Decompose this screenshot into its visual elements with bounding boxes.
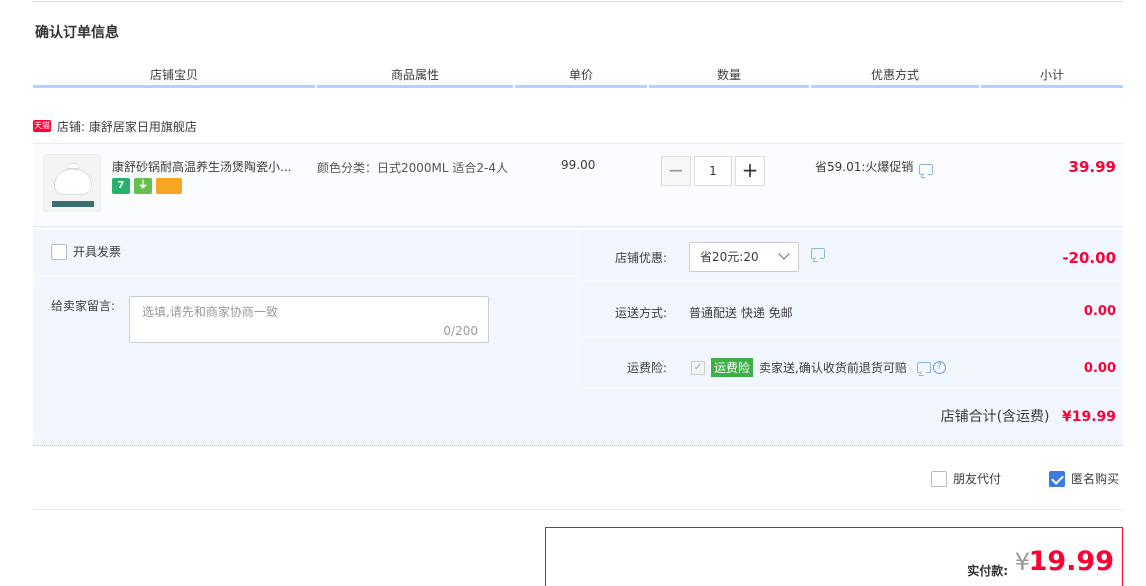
- shop-discount-value: -20.00: [1062, 249, 1116, 267]
- invoice-option[interactable]: 开具发票: [51, 243, 121, 260]
- shipping-label: 运送方式:: [614, 306, 667, 320]
- chat-bubble-icon[interactable]: [811, 248, 825, 259]
- product-thumbnail[interactable]: [43, 154, 101, 212]
- payment-summary: 实付款: ¥ 19.99: [545, 527, 1123, 586]
- item-subtotal: 39.99: [1068, 158, 1116, 176]
- column-subtotal: 小计: [981, 66, 1123, 88]
- friend-pay-checkbox[interactable]: [931, 470, 947, 487]
- quantity-increase-button[interactable]: +: [735, 156, 765, 186]
- shop-discount-row: 店铺优惠: 省20元:20 -20.00: [579, 230, 1123, 282]
- shop-name-link[interactable]: 店铺: 康舒居家日用旗舰店: [57, 118, 197, 135]
- order-options-panel: 开具发票 给卖家留言: 选填,请先和商家协商一致 0/200 店铺优惠: 省20…: [33, 230, 1123, 446]
- anonymous-purchase-label: 匿名购买: [1071, 472, 1120, 486]
- insurance-checkbox[interactable]: ✓: [691, 360, 705, 375]
- shop-total-label: 店铺合计(含运费): [940, 409, 1050, 425]
- column-header: 店铺宝贝 商品属性 单价 数量 优惠方式 小计: [33, 66, 1123, 88]
- insurance-option: ✓ 运费险 卖家送,确认收货前退货可赔 ?: [691, 358, 946, 377]
- friend-pay-option[interactable]: 朋友代付: [931, 470, 1001, 487]
- pot-label-shape: [52, 201, 94, 207]
- shop-discount-select[interactable]: 省20元:20: [689, 242, 799, 272]
- chevron-down-icon: [778, 248, 790, 260]
- message-textarea[interactable]: 选填,请先和商家协商一致 0/200: [129, 296, 489, 343]
- page-title: 确认订单信息: [35, 25, 119, 41]
- promotion: 省59.01:火爆促销: [815, 158, 934, 175]
- credit-card-icon[interactable]: [156, 178, 182, 194]
- shop-total-value: ¥19.99: [1061, 409, 1116, 425]
- quantity-input[interactable]: 1: [694, 156, 732, 186]
- options-left: 开具发票 给卖家留言: 选填,请先和商家协商一致 0/200: [33, 230, 578, 388]
- chat-bubble-icon[interactable]: [916, 362, 931, 373]
- chat-bubble-icon[interactable]: [919, 164, 934, 175]
- column-discount: 优惠方式: [811, 66, 979, 88]
- shop-discount-selected: 省20元:20: [700, 250, 759, 264]
- message-char-count: 0/200: [443, 324, 478, 338]
- insurance-tag: 运费险: [711, 358, 754, 377]
- insurance-text: 卖家送,确认收货前退货可赔: [759, 361, 907, 375]
- invoice-label: 开具发票: [73, 245, 122, 259]
- invoice-checkbox[interactable]: [51, 243, 67, 260]
- tmall-icon: 天猫: [33, 120, 51, 132]
- service-icons: 7 ⏚: [112, 178, 182, 194]
- shop-total: 店铺合计(含运费) ¥19.99: [941, 406, 1116, 426]
- product-title-link[interactable]: 康舒砂锅耐高温养生汤煲陶瓷小...: [112, 158, 308, 175]
- payment-label: 实付款:: [967, 564, 1008, 578]
- payment-amount: 19.99: [1028, 546, 1114, 577]
- column-shop-item: 店铺宝贝: [33, 66, 315, 88]
- insurance-label: 运费险:: [626, 361, 667, 375]
- seven-day-return-icon[interactable]: 7: [112, 178, 130, 194]
- shop-discount-label: 店铺优惠:: [614, 251, 667, 265]
- column-quantity: 数量: [649, 66, 809, 88]
- quantity-decrease-button[interactable]: −: [661, 156, 691, 186]
- extra-options-row: 朋友代付 匿名购买: [33, 462, 1123, 510]
- shipping-cost: 0.00: [1083, 304, 1116, 319]
- insurance-cost: 0.00: [1083, 361, 1116, 376]
- message-placeholder: 选填,请先和商家协商一致: [142, 305, 278, 319]
- anonymous-purchase-option[interactable]: 匿名购买: [1049, 470, 1119, 487]
- promotion-text: 省59.01:火爆促销: [815, 160, 914, 174]
- quantity-stepper: − 1 +: [661, 156, 765, 186]
- plug-service-icon[interactable]: ⏚: [134, 178, 152, 194]
- invoice-row: 开具发票: [33, 230, 578, 277]
- pot-body-shape: [54, 169, 92, 195]
- top-divider: [33, 0, 1123, 2]
- unit-price: 99.00: [561, 158, 596, 172]
- column-attributes: 商品属性: [317, 66, 513, 88]
- order-item-row: 康舒砂锅耐高温养生汤煲陶瓷小... 7 ⏚ 颜色分类：日式2000ML 适合2-…: [33, 143, 1123, 227]
- message-label: 给卖家留言:: [51, 299, 116, 313]
- anonymous-purchase-checkbox[interactable]: [1049, 470, 1065, 487]
- shop-row: 天猫 店铺: 康舒居家日用旗舰店: [33, 116, 197, 136]
- shipping-method: 普通配送 快递 免邮: [689, 306, 793, 320]
- product-attributes: 颜色分类：日式2000ML 适合2-4人: [317, 161, 508, 175]
- column-unit-price: 单价: [515, 66, 647, 88]
- friend-pay-label: 朋友代付: [953, 472, 1002, 486]
- help-icon[interactable]: ?: [932, 361, 946, 374]
- shipping-row: 运送方式: 普通配送 快递 免邮 0.00: [579, 283, 1123, 338]
